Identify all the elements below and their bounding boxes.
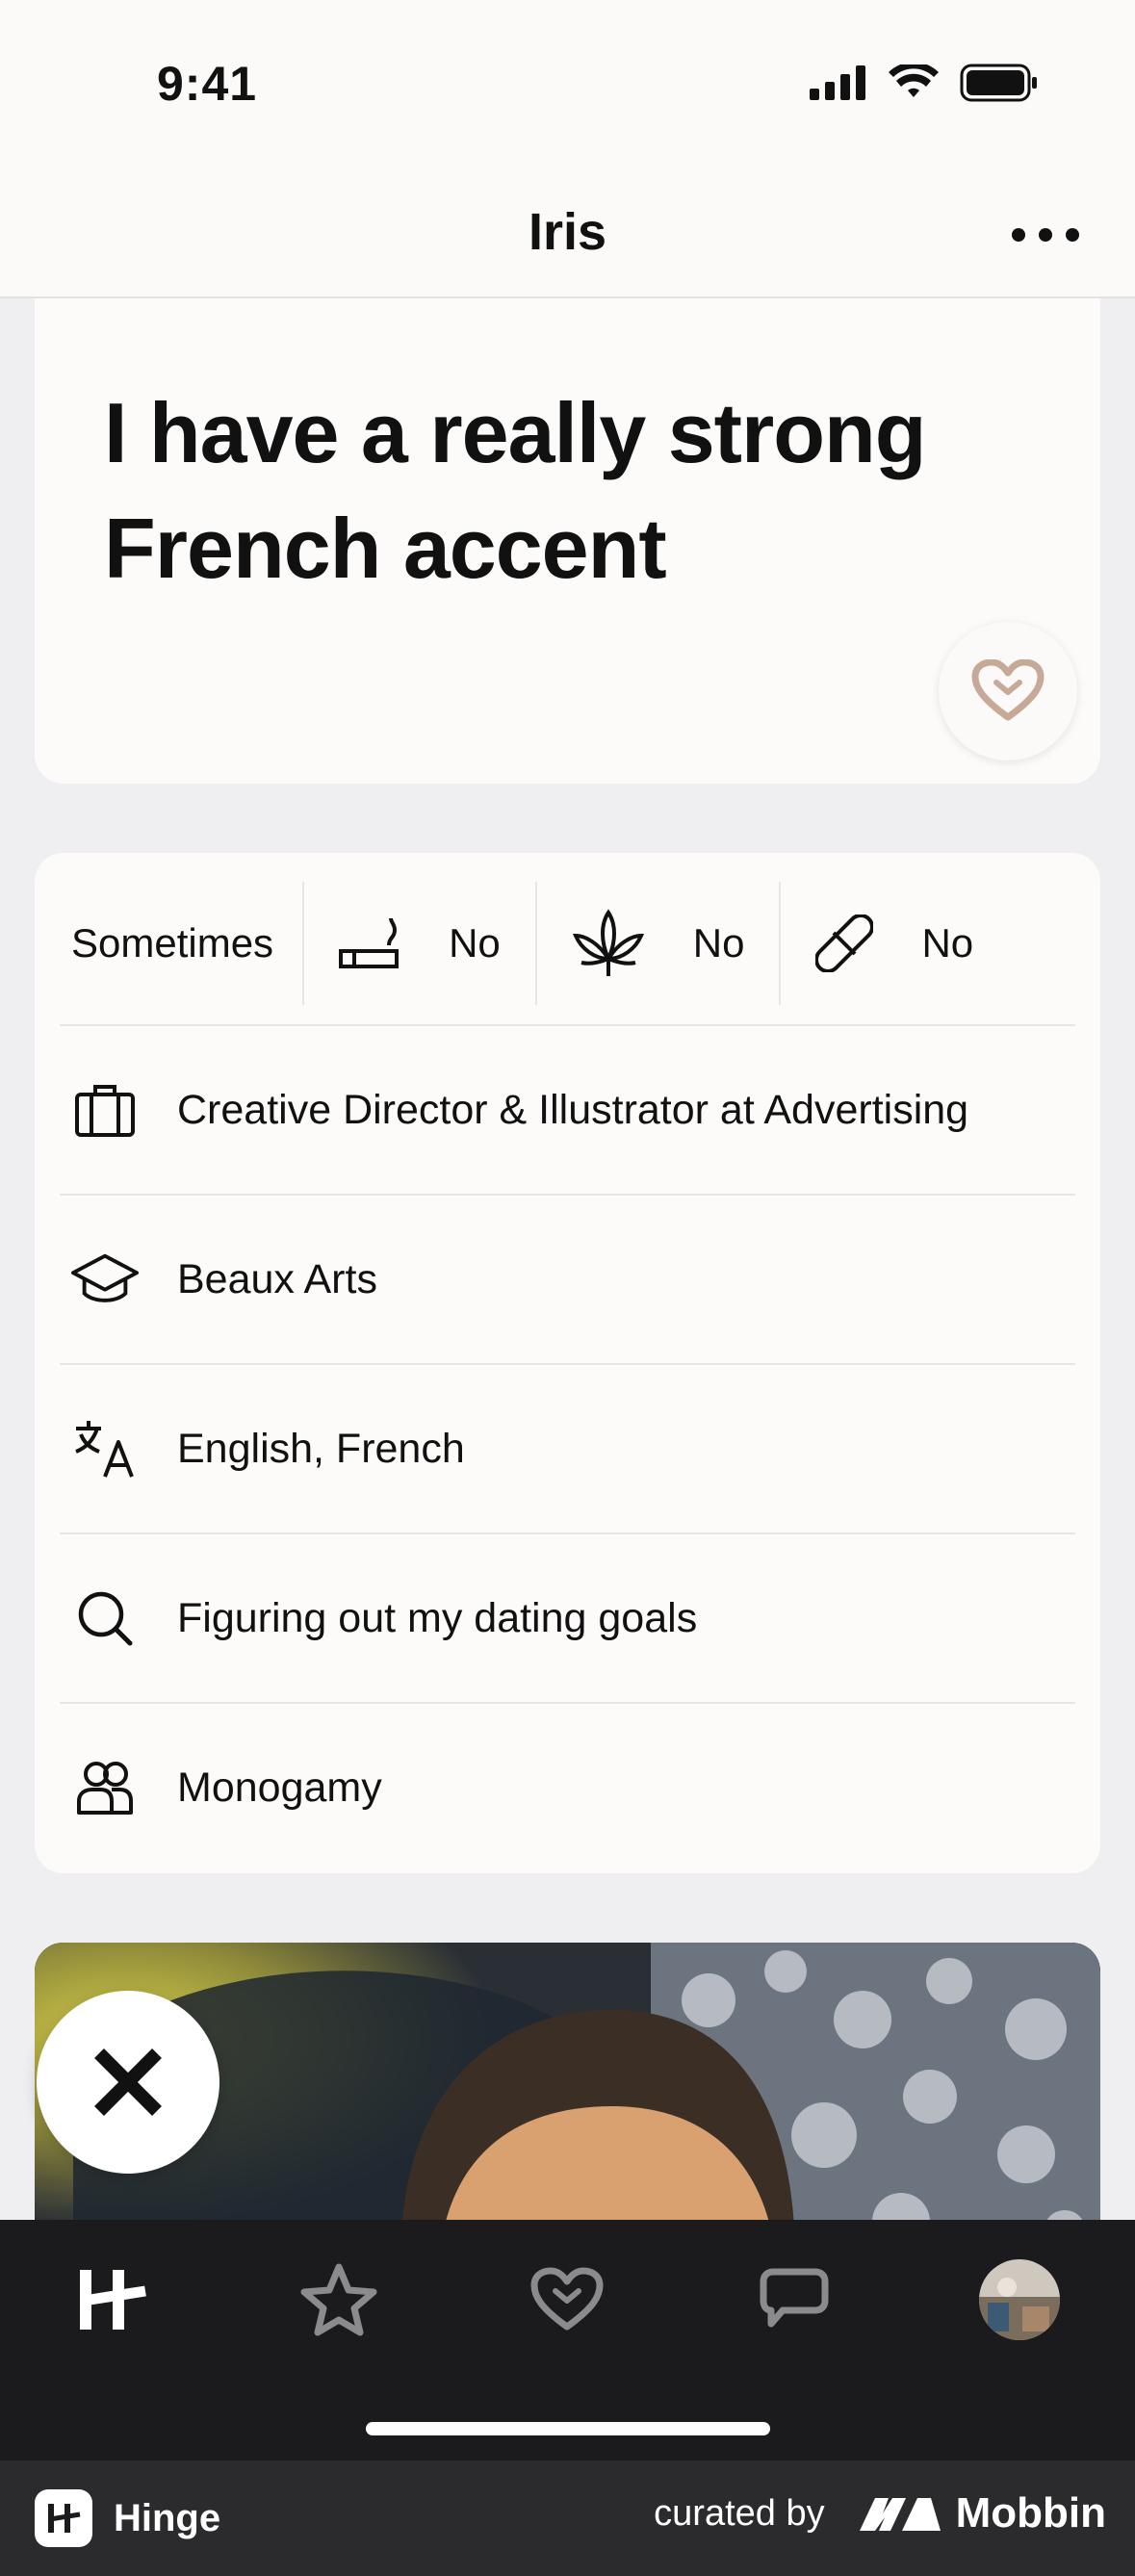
home-indicator (366, 2422, 770, 2435)
tab-bar (0, 2220, 1135, 2460)
prompt-answer: I have a really strong French accent (104, 385, 927, 596)
tab-likes[interactable] (524, 2256, 610, 2343)
skip-button[interactable] (37, 1991, 219, 2174)
profile-avatar (979, 2259, 1060, 2340)
chips-fade (1043, 882, 1100, 1005)
graduation-cap-icon (71, 1251, 139, 1307)
vital-row-languages: English, French (60, 1363, 1075, 1533)
drinking-chip: Sometimes (35, 882, 305, 1005)
mobbin-brand-text: Mobbin (955, 2489, 1106, 2537)
language-icon (71, 1419, 139, 1479)
heart-icon (530, 2267, 604, 2331)
footer-app-name: Hinge (114, 2496, 221, 2539)
smoking-icon (339, 916, 400, 970)
chat-icon (760, 2268, 829, 2328)
vital-relationship-type-text: Monogamy (177, 1764, 382, 1811)
tab-discover[interactable] (69, 2256, 156, 2343)
briefcase-icon (71, 1083, 139, 1137)
vital-row-relationship-type: Monogamy (60, 1702, 1075, 1871)
footer: Hinge curated by Mobbin (0, 2460, 1135, 2576)
vital-row-job: Creative Director & Illustrator at Adver… (60, 1024, 1075, 1194)
hinge-app-icon (35, 2489, 92, 2547)
marijuana-chip: No (537, 882, 782, 1005)
heart-icon (971, 659, 1045, 721)
drugs-value: No (921, 920, 974, 966)
tab-matches[interactable] (751, 2256, 838, 2343)
people-icon (71, 1759, 139, 1816)
vital-row-dating-goals: Figuring out my dating goals (60, 1533, 1075, 1702)
vital-dating-goals-text: Figuring out my dating goals (177, 1594, 698, 1641)
tab-profile[interactable] (976, 2256, 1063, 2343)
vital-row-school: Beaux Arts (60, 1194, 1075, 1363)
marijuana-value: No (692, 920, 745, 966)
wifi-icon (889, 64, 939, 97)
mobbin-logo-icon (859, 2498, 941, 2531)
more-options-icon[interactable] (1012, 214, 1079, 256)
vital-job-text: Creative Director & Illustrator at Adver… (177, 1086, 969, 1133)
pill-icon (815, 914, 874, 972)
status-icons (810, 64, 1039, 102)
vital-languages-text: English, French (177, 1425, 465, 1472)
top-bar: 9:41 Iris (0, 0, 1135, 298)
close-icon (94, 2048, 162, 2116)
smoking-value: No (449, 920, 501, 966)
battery-icon (960, 64, 1037, 102)
marijuana-icon (572, 909, 645, 978)
page-title: Iris (528, 203, 607, 261)
smoking-chip: No (304, 882, 537, 1005)
drinking-value: Sometimes (71, 920, 274, 966)
vital-school-text: Beaux Arts (177, 1255, 377, 1302)
cellular-signal-icon (810, 65, 865, 100)
hinge-home-icon (80, 2270, 146, 2330)
drugs-chip: No (781, 882, 1008, 1005)
vitals-chips[interactable]: Sometimes No No No (35, 882, 1100, 1005)
curated-by-text: curated by (654, 2492, 825, 2534)
footer-credit: curated by Mobbin (654, 2489, 1106, 2537)
status-time: 9:41 (157, 57, 258, 111)
like-prompt-button[interactable] (939, 622, 1077, 760)
tab-standouts[interactable] (296, 2256, 382, 2343)
vitals-card: Sometimes No No No Creative Director & I… (35, 853, 1100, 1873)
footer-app: Hinge (35, 2489, 220, 2547)
prompt-card: I have a really strong French accent (35, 241, 1100, 784)
star-icon (300, 2263, 377, 2336)
search-icon (71, 1589, 139, 1647)
